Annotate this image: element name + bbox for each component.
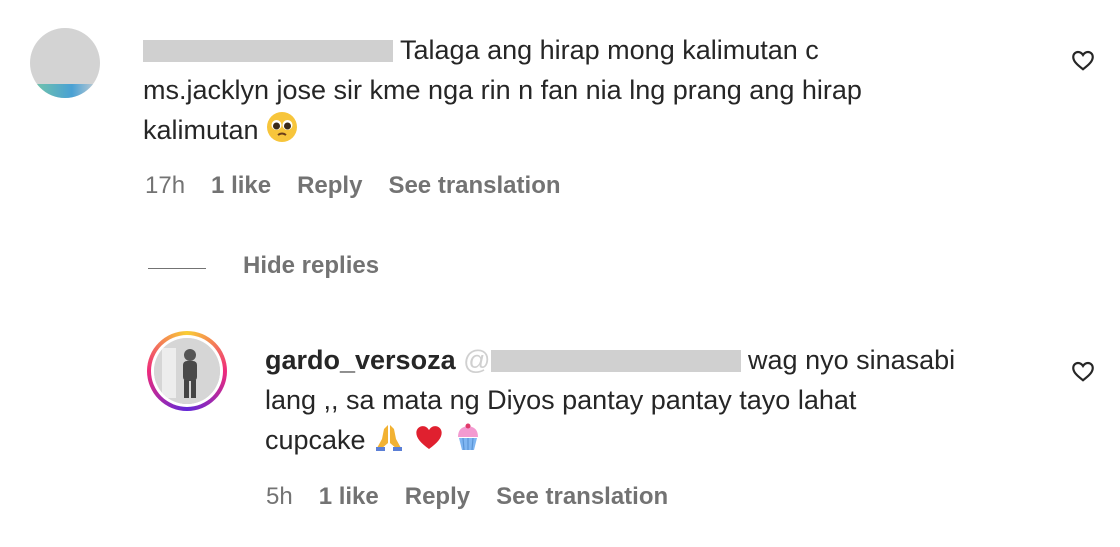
reply-avatar[interactable] <box>147 331 227 411</box>
like-heart-icon[interactable] <box>1070 358 1096 384</box>
person-silhouette <box>154 338 220 404</box>
like-count[interactable]: 1 like <box>211 172 271 200</box>
comment-meta: 17h 1 like Reply See translation <box>145 172 587 200</box>
comment-text: Talaga ang hirap mong kalimutan c ms.jac… <box>143 35 862 145</box>
see-translation-link[interactable]: See translation <box>388 172 560 200</box>
hide-replies-button[interactable]: Hide replies <box>243 252 379 280</box>
commenter-avatar[interactable] <box>30 28 100 98</box>
reply-button[interactable]: Reply <box>405 483 470 511</box>
folded-hands-icon <box>376 425 403 451</box>
timestamp: 5h <box>266 483 293 510</box>
reply-text: gardo_versoza @ wag nyo sinasabi lang ,,… <box>265 345 956 455</box>
reply-meta: 5h 1 like Reply See translation <box>266 483 694 511</box>
redacted-username[interactable] <box>143 40 393 62</box>
cupcake-icon <box>458 423 479 451</box>
like-count[interactable]: 1 like <box>319 483 379 511</box>
see-translation-link[interactable]: See translation <box>496 483 668 511</box>
red-heart-icon <box>415 426 442 449</box>
reply-username[interactable]: gardo_versoza <box>265 345 456 375</box>
pleading-face-icon <box>267 112 298 142</box>
like-heart-icon[interactable] <box>1070 47 1096 73</box>
reply-button[interactable]: Reply <box>297 172 362 200</box>
divider <box>148 268 206 269</box>
timestamp: 17h <box>145 172 186 199</box>
mention[interactable]: @ <box>463 345 741 375</box>
